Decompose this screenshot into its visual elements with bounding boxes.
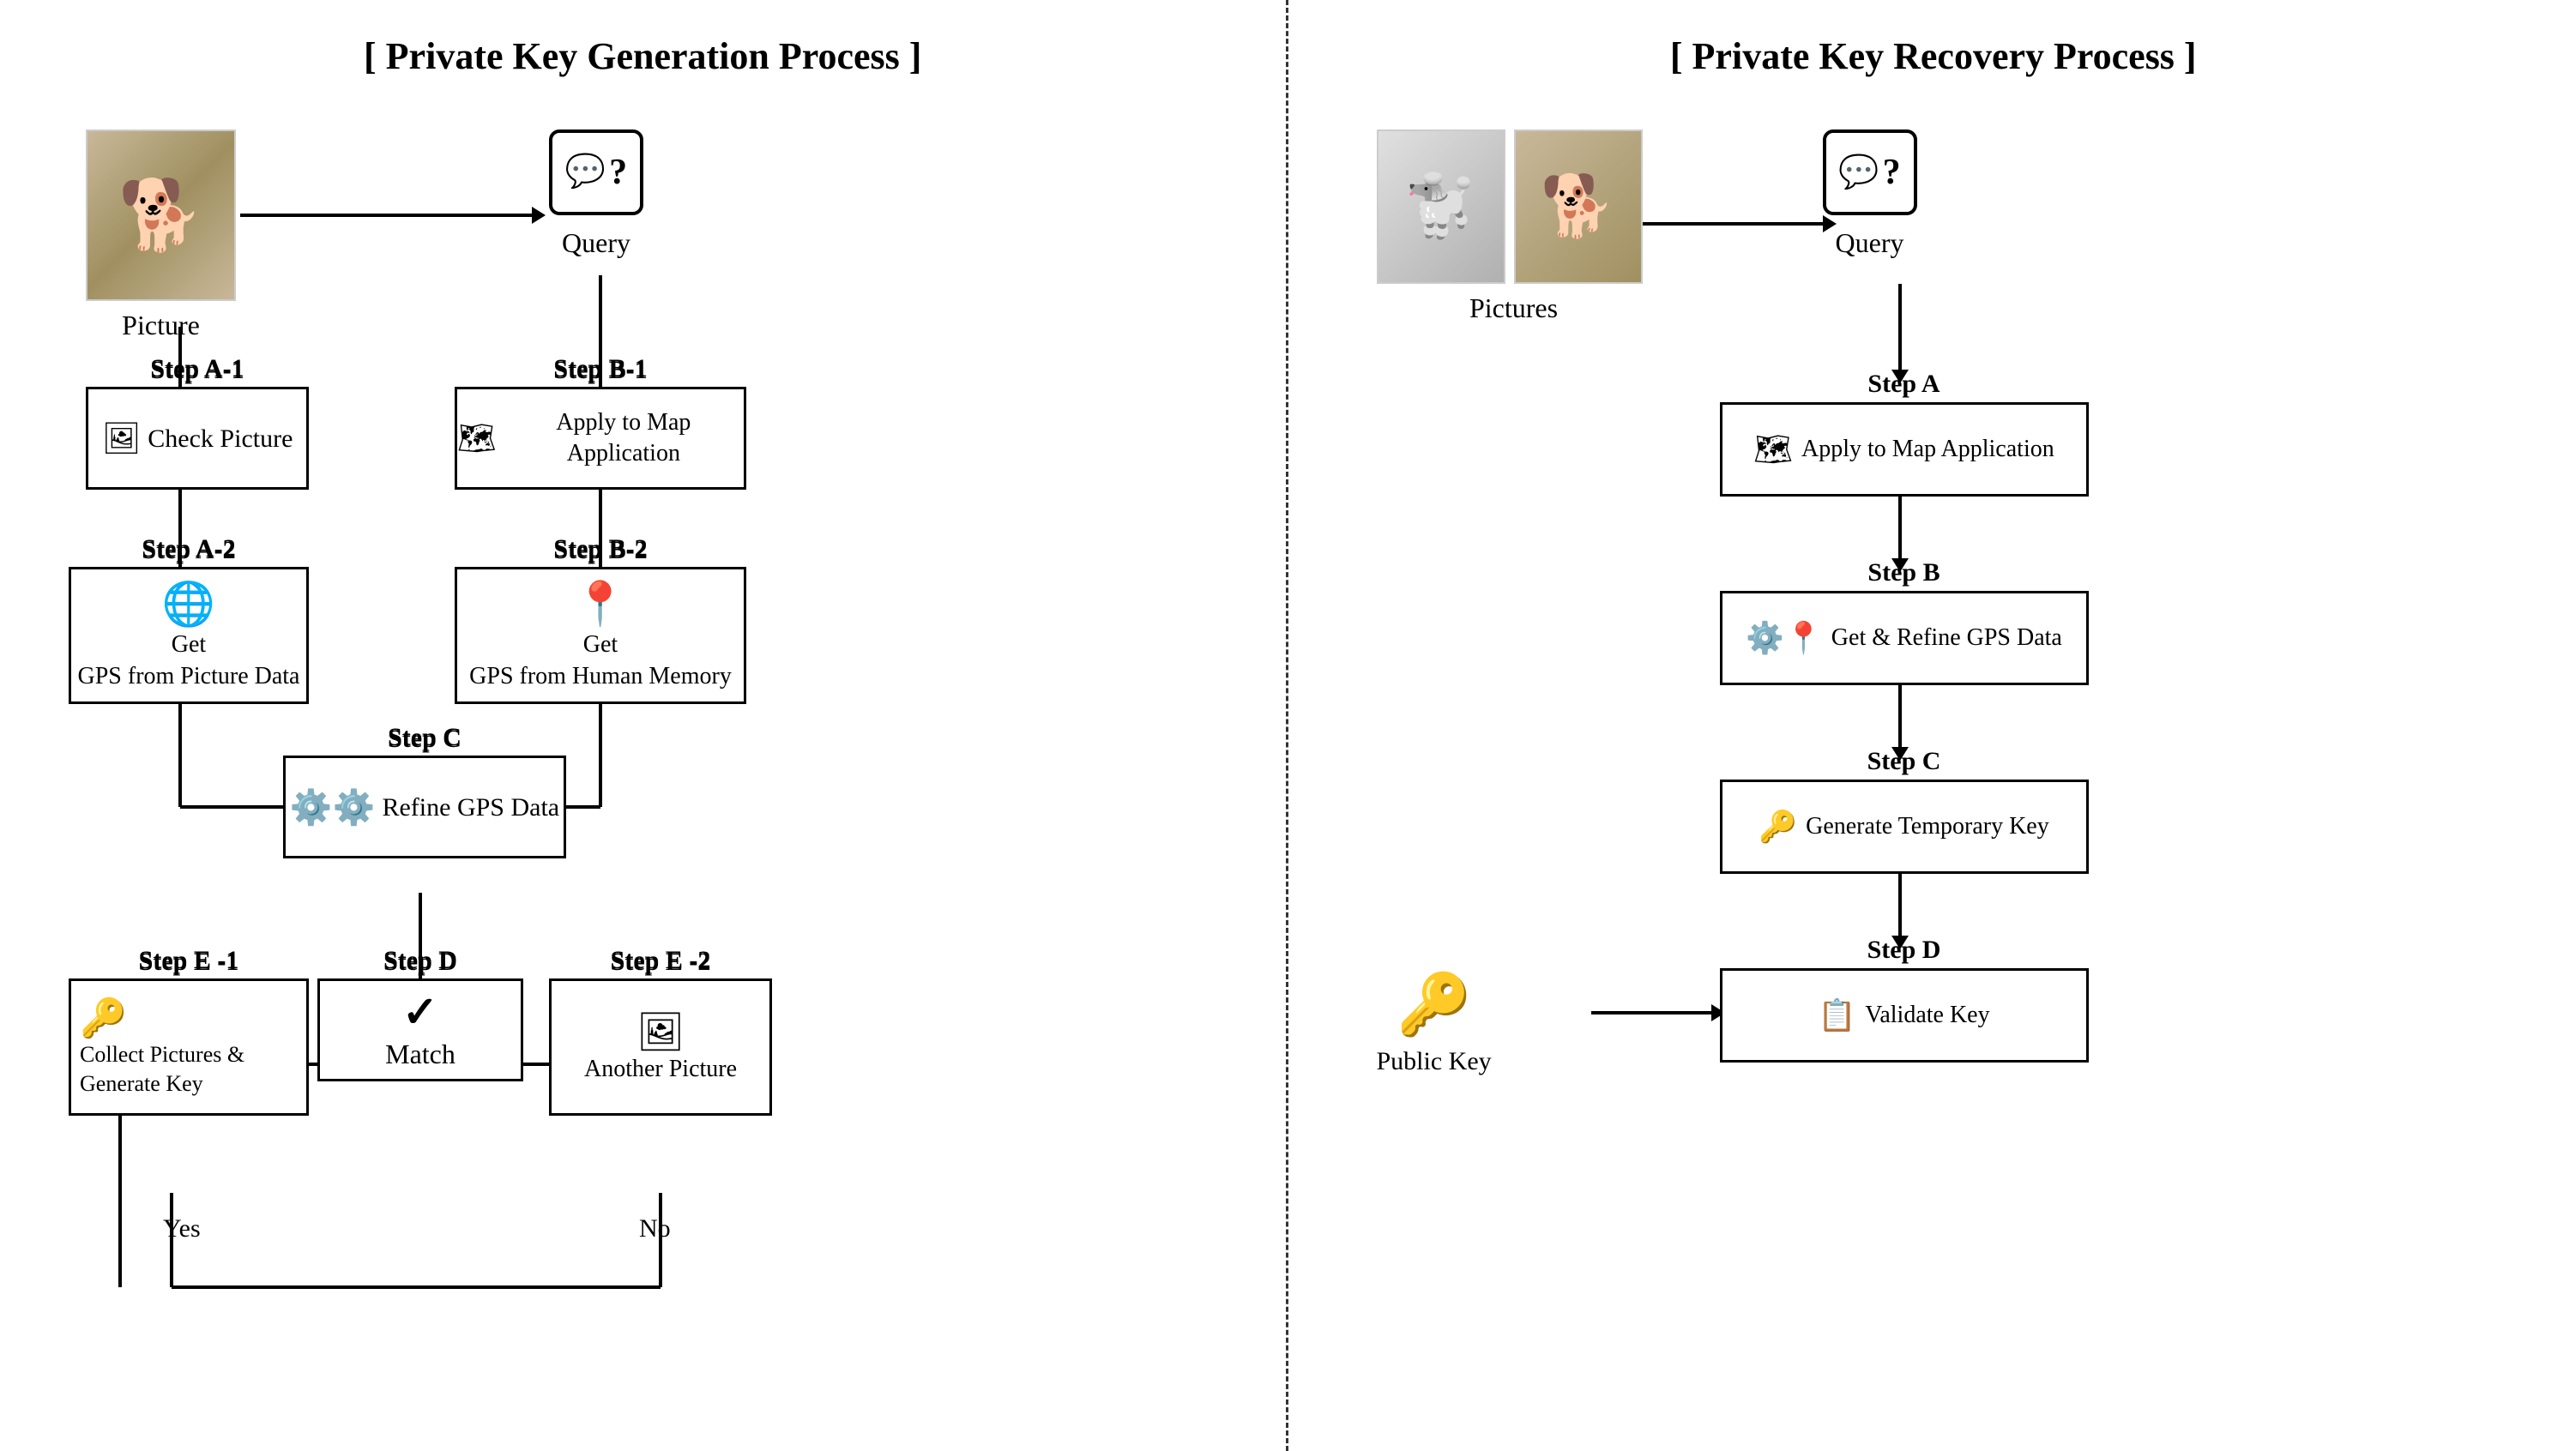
step-b-title: Step B [1720,558,2089,587]
picture-caption: Picture [86,310,236,341]
step-d-right-container: Step D 📋 Validate Key [1720,936,2089,1047]
step-c-right-container: Step C 🔑 Generate Temporary Key [1720,747,2089,858]
step-b2-container: Step B-2 📍 Get GPS from Human Memory [455,567,746,704]
step-c-container: Step C ⚙️⚙️ Refine GPS Data [283,756,566,858]
step-a1-text: Check Picture [148,422,293,455]
dog-pictures-right: 🐩 🐕 [1377,129,1643,284]
yes-label: Yes [163,1214,201,1243]
step-d-right-text: Validate Key [1865,1002,1989,1029]
step-e2-title: Step E -2 [549,948,772,977]
left-panel: [ Private Key Generation Process ] [0,0,1286,1451]
step-d-text: Match [385,1037,455,1073]
left-panel-title: [ Private Key Generation Process ] [364,34,921,78]
step-a-title: Step A [1720,370,2089,399]
public-key-icon: 🔑 [1377,970,1492,1040]
left-query-label: Query [562,227,630,259]
step-a2-text: Get GPS from Picture Data [78,629,300,692]
step-b1-title: Step B-1 [455,356,746,385]
step-b1-text: Apply to Map Application [504,407,744,470]
step-a1-title: Step A-1 [86,356,309,385]
step-c-title: Step C [283,725,566,754]
step-b2-text: Get GPS from Human Memory [469,629,732,692]
step-e1-text: Collect Pictures & Generate Key [80,1040,244,1099]
step-d-container: Step D ✓ Match [317,978,523,1081]
step-d-right-title: Step D [1720,936,2089,965]
step-e1-title: Step E -1 [69,948,309,977]
step-a1-container: Step A-1 🖼 Check Picture [86,387,309,490]
left-query-bubble: 💬 ? Query [549,129,643,259]
step-a-container: Step A 🗺 Apply to Map Application [1720,370,2089,481]
step-c-text: Refine GPS Data [382,791,559,824]
step-a2-container: Step A-2 🌐 Get GPS from Picture Data [69,567,309,704]
public-key-label: Public Key [1377,1047,1492,1076]
step-a-text: Apply to Map Application [1801,436,2054,463]
step-b-container: Step B ⚙️📍 Get & Refine GPS Data [1720,558,2089,670]
step-a2-title: Step A-2 [69,536,309,565]
right-panel: [ Private Key Recovery Process ] [1291,0,2576,1451]
left-flow-container: 🐕 Picture 💬 ? Query Step A-1 🖼 Check Pic… [51,104,1234,1417]
step-e2-container: Step E -2 🖼 Another Picture [549,978,772,1116]
step-b1-container: Step B-1 🗺 Apply to Map Application [455,387,746,490]
public-key-container: 🔑 Public Key [1377,970,1492,1076]
step-b-text: Get & Refine GPS Data [1831,624,2062,652]
step-c-right-text: Generate Temporary Key [1806,813,2049,840]
no-label: No [639,1214,671,1243]
step-e2-text: Another Picture [584,1054,737,1085]
right-query-bubble: 💬 ? Query [1823,129,1917,259]
right-panel-title: [ Private Key Recovery Process ] [1670,34,2197,78]
pictures-caption: Pictures [1411,292,1617,324]
step-b2-title: Step B-2 [455,536,746,565]
step-d-title: Step D [317,948,523,977]
dog-picture-left: 🐕 [86,129,236,301]
step-c-right-title: Step C [1720,747,2089,776]
step-e1-container: Step E -1 🔑 Collect Pictures & Generate … [69,978,309,1116]
right-flow-container: 🐩 🐕 Pictures 💬 ? Query Step A 🗺 Apply to… [1342,104,2525,1417]
right-query-label: Query [1823,227,1917,259]
